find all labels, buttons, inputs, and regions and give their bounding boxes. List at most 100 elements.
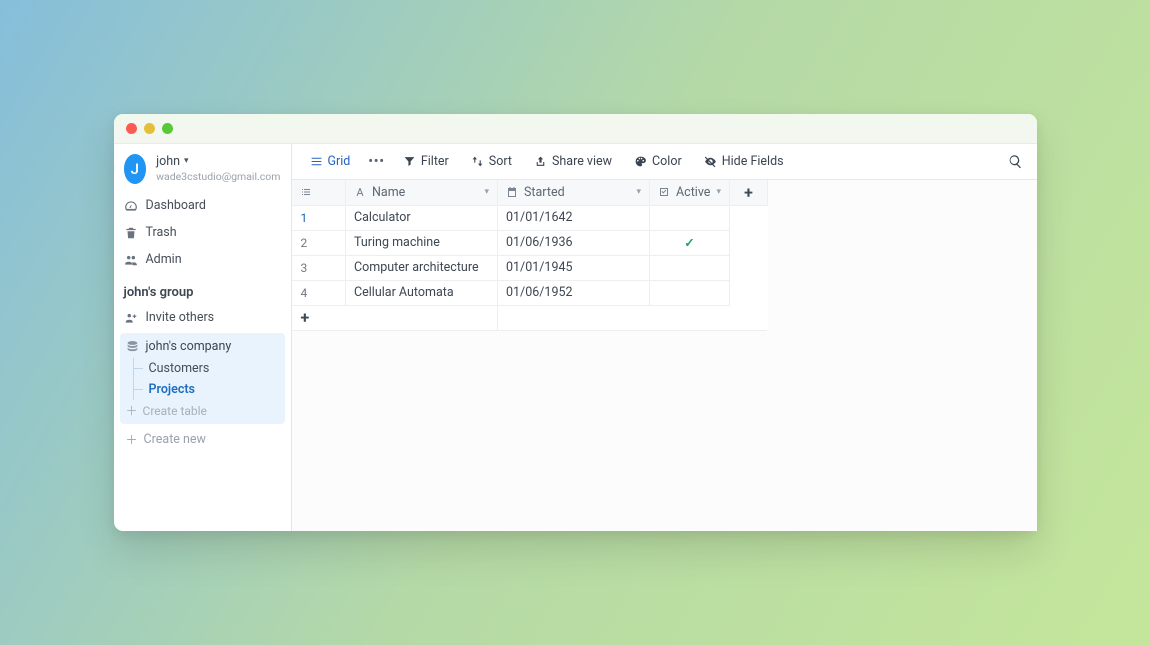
column-label: Started	[524, 185, 565, 200]
share-button[interactable]: Share view	[526, 150, 620, 173]
gauge-icon	[124, 199, 138, 213]
cell-active[interactable]: ✓	[650, 230, 730, 255]
sidebar-item-trash[interactable]: Trash	[114, 219, 291, 246]
cell-name[interactable]: Cellular Automata	[346, 280, 498, 305]
list-icon	[300, 186, 312, 198]
column-label: Name	[372, 185, 405, 200]
table-row[interactable]: 4Cellular Automata01/06/1952	[292, 280, 768, 305]
cell-started[interactable]: 01/06/1952	[498, 280, 650, 305]
user-menu[interactable]: J john ▾ wade3cstudio@gmail.com	[114, 144, 291, 192]
filter-icon	[403, 155, 416, 168]
share-label: Share view	[552, 154, 612, 169]
check-icon: ✓	[684, 236, 694, 251]
app-window: J john ▾ wade3cstudio@gmail.com Dashboar…	[114, 114, 1037, 531]
titlebar	[114, 114, 1037, 144]
view-switch[interactable]: Grid	[302, 150, 359, 173]
checkbox-icon	[658, 186, 670, 198]
table-row[interactable]: 2Turing machine01/06/1936 ✓	[292, 230, 768, 255]
table-item-customers[interactable]: Customers	[130, 358, 285, 379]
sidebar-label-admin: Admin	[146, 252, 182, 267]
table-row[interactable]: 1Calculator01/01/1642	[292, 205, 768, 230]
calendar-icon	[506, 186, 518, 198]
caret-down-icon: ▾	[716, 187, 721, 197]
row-number: 3	[292, 255, 346, 280]
text-type-icon	[354, 186, 366, 198]
plus-icon: +	[730, 183, 767, 202]
sort-icon	[471, 155, 484, 168]
database-section: john's company Customers Projects ＋ Crea…	[120, 333, 285, 424]
grid-icon	[310, 155, 323, 168]
row-number: 1	[292, 205, 346, 230]
add-column-button[interactable]: +	[729, 180, 767, 205]
plus-icon: ＋	[126, 434, 138, 446]
table-label: Customers	[149, 361, 210, 376]
database-header[interactable]: john's company	[120, 333, 285, 358]
user-email: wade3cstudio@gmail.com	[156, 170, 280, 184]
create-new-label: Create new	[144, 432, 206, 447]
window-zoom[interactable]	[162, 123, 173, 134]
hide-fields-button[interactable]: Hide Fields	[696, 150, 792, 173]
sidebar-item-admin[interactable]: Admin	[114, 246, 291, 273]
row-number: 2	[292, 230, 346, 255]
database-icon	[126, 340, 139, 353]
group-title: john's group	[114, 279, 291, 304]
database-name: john's company	[146, 339, 232, 354]
cell-started[interactable]: 01/01/1642	[498, 205, 650, 230]
window-minimize[interactable]	[144, 123, 155, 134]
view-label: Grid	[328, 154, 351, 169]
hide-fields-label: Hide Fields	[722, 154, 784, 169]
cell-name[interactable]: Turing machine	[346, 230, 498, 255]
column-header-started[interactable]: Started ▾	[498, 180, 650, 205]
column-header-row-number[interactable]	[292, 180, 346, 205]
filter-label: Filter	[421, 154, 449, 169]
sidebar-label-invite: Invite others	[146, 310, 215, 325]
row-number: 4	[292, 280, 346, 305]
plus-icon: ＋	[126, 405, 138, 417]
cell-name[interactable]: Calculator	[346, 205, 498, 230]
cell-started[interactable]: 01/06/1936	[498, 230, 650, 255]
sidebar-label-dashboard: Dashboard	[146, 198, 206, 213]
column-header-name[interactable]: Name ▾	[346, 180, 498, 205]
filter-button[interactable]: Filter	[395, 150, 457, 173]
avatar: J	[124, 154, 147, 184]
palette-icon	[634, 155, 647, 168]
plus-icon: +	[292, 308, 310, 327]
window-close[interactable]	[126, 123, 137, 134]
grid: Name ▾ Started ▾	[292, 180, 1037, 531]
ellipsis-icon: •••	[368, 154, 384, 169]
sidebar-item-dashboard[interactable]: Dashboard	[114, 192, 291, 219]
table-label: Projects	[149, 382, 195, 397]
user-name: john	[156, 154, 180, 170]
view-more[interactable]: •••	[364, 150, 388, 173]
cell-active[interactable]	[650, 205, 730, 230]
cell-active[interactable]	[650, 255, 730, 280]
color-button[interactable]: Color	[626, 150, 690, 173]
users-icon	[124, 253, 138, 267]
create-table-button[interactable]: ＋ Create table	[120, 400, 285, 418]
create-new-button[interactable]: ＋ Create new	[114, 424, 291, 447]
sidebar: J john ▾ wade3cstudio@gmail.com Dashboar…	[114, 144, 292, 531]
search-icon	[1008, 154, 1023, 169]
caret-down-icon: ▾	[636, 187, 641, 197]
search-button[interactable]	[1004, 150, 1027, 173]
cell-name[interactable]: Computer architecture	[346, 255, 498, 280]
table-row[interactable]: 3Computer architecture01/01/1945	[292, 255, 768, 280]
cell-started[interactable]: 01/01/1945	[498, 255, 650, 280]
invite-icon	[124, 311, 138, 325]
column-label: Active	[676, 185, 710, 200]
cell-active[interactable]	[650, 280, 730, 305]
main: Grid ••• Filter Sort Share view	[292, 144, 1037, 531]
add-row[interactable]: +	[292, 305, 768, 330]
column-header-active[interactable]: Active ▾	[650, 180, 730, 205]
create-table-label: Create table	[143, 404, 207, 418]
sort-label: Sort	[489, 154, 512, 169]
sort-button[interactable]: Sort	[463, 150, 520, 173]
trash-icon	[124, 226, 138, 240]
color-label: Color	[652, 154, 682, 169]
caret-down-icon: ▾	[184, 156, 189, 168]
sidebar-label-trash: Trash	[146, 225, 177, 240]
toolbar: Grid ••• Filter Sort Share view	[292, 144, 1037, 180]
sidebar-item-invite[interactable]: Invite others	[114, 304, 291, 331]
table-item-projects[interactable]: Projects	[130, 379, 285, 400]
caret-down-icon: ▾	[484, 187, 489, 197]
